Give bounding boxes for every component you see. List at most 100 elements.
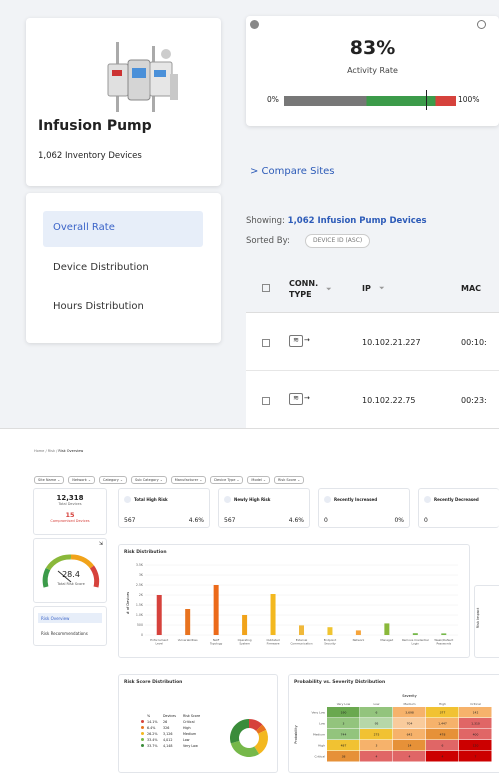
risk-score-value: 28.4 [62,570,80,579]
heatmap-cell-value: 704 [407,722,413,726]
showing-line: Showing: 1,062 Infusion Pump Devices [246,216,427,226]
activity-card: 83% Activity Rate 0% 100% [246,16,499,126]
nav-item-overall-rate[interactable]: Overall Rate [43,211,203,247]
filter-model[interactable]: Model ⌄ [247,476,270,484]
stat-count: 0 [424,517,428,524]
totals-card: 12,318 Total Devices 15 Compromised Devi… [33,488,107,535]
col-ip[interactable]: IP [362,284,371,293]
heatmap-cell-value: 95 [375,722,379,726]
device-table: CONN. TYPE ⏷ IP ⏷ MAC ≋ → 10.102.21.227 … [246,263,499,428]
stat-card-recently-decreased[interactable]: Recently Decreased 0 [418,488,499,528]
compromised-label: Compromised Devices [50,519,90,523]
filter-label: Site Name [38,478,57,482]
bar[interactable] [441,633,447,635]
select-all-checkbox[interactable] [262,284,270,292]
heatmap-row-label: Low [319,722,325,726]
legend-swatch [141,732,144,735]
filter-icon[interactable]: ⏷ [326,285,332,294]
bar[interactable] [355,630,361,635]
y-tick-label: 3.5K [136,563,144,567]
heatmap-col-label: Very Low [337,702,351,706]
bar[interactable] [185,609,191,635]
table-row[interactable]: ≋ → 10.102.22.75 00:23: [246,373,499,429]
stat-card-recently-increased[interactable]: Recently Increased 0 0% [318,488,410,528]
breadcrumb-home[interactable]: Home [34,449,44,453]
y-tick-label: 500 [137,623,143,627]
table-header: CONN. TYPE ⏷ IP ⏷ MAC [246,263,499,313]
risk-score-card: ⇲ 28.4 Total Risk Score [33,538,107,603]
heatmap-cell-value: 4 [442,755,444,759]
col-mac[interactable]: MAC [461,284,481,293]
donut-slice[interactable] [230,719,249,744]
filter-category[interactable]: Category ⌄ [98,476,127,484]
filter-label: Sub Category [134,478,159,482]
x-tick-label: System [239,642,250,646]
legend-row: 33.7% 4,148 Very Low [141,743,203,749]
compare-sites-link[interactable]: > Compare Sites [250,166,335,177]
filter-bar: Site Name ⌄ Network ⌄ Category ⌄ Sub Catego… [34,466,494,485]
filter-label: Network [72,478,87,482]
filter-manufacturer[interactable]: Manufacturer ⌄ [170,476,207,484]
side-link-risk-overview[interactable]: Risk Overview [38,613,102,623]
info-icon[interactable] [477,20,486,29]
stat-card-total-high-risk[interactable]: Total High Risk 567 4.6% [118,488,210,528]
side-nav-card: Risk Overview Risk Recommendations [33,606,107,646]
y-tick-label: 1.0K [136,613,144,617]
heatmap-row-label: Medium [313,733,325,737]
risk-distribution-chart: # of Devices05001.0K1.5K2K2.5K3K3.5KEnfo… [126,563,458,646]
bar[interactable] [412,633,418,635]
bar[interactable] [156,595,162,635]
x-tick-label: Managed [380,638,393,642]
infusion-pump-image [107,42,178,112]
y-tick-label: 2K [139,593,144,597]
bar[interactable] [270,594,276,635]
y-tick-label: 1.5K [136,603,144,607]
filter-device-type[interactable]: Device Type ⌄ [210,476,244,484]
table-row[interactable]: ≋ → 10.102.21.227 00:10: [246,315,499,371]
trend-down-icon [424,496,431,503]
stat-label: Recently Decreased [434,497,479,502]
stat-card-newly-high-risk[interactable]: Newly High Risk 567 4.6% [218,488,310,528]
risk-score-dist-title: Risk Score Distribution [124,680,183,685]
heatmap-cell-value: 744 [341,733,347,737]
nav-item-hours-distribution[interactable]: Hours Distribution [53,301,144,312]
heatmap-col-title: Severity [402,694,416,698]
bar[interactable] [299,625,304,635]
legend-swatch [141,738,144,741]
heatmap-cell-value: 4 [376,755,378,759]
risk-impact-axis-label: Risk Impact [476,607,481,629]
bar[interactable] [327,627,333,635]
side-link-risk-recommendations[interactable]: Risk Recommendations [41,631,88,636]
filter-network[interactable]: Network ⌄ [68,476,95,484]
row-checkbox[interactable] [262,339,270,347]
filter-sub-category[interactable]: Sub Category ⌄ [130,476,167,484]
row-checkbox[interactable] [262,397,270,405]
filter-icon[interactable]: ⏷ [379,284,385,293]
wifi-icon: ≋ [289,393,303,405]
bar[interactable] [242,615,248,635]
filter-risk-score[interactable]: Risk Score ⌄ [273,476,305,484]
y-tick-label: 0 [141,633,143,637]
donut-slice[interactable] [230,740,260,757]
legend-cell: Very Low [183,744,198,748]
breadcrumb: Home / Risk / Risk Overview [34,449,84,453]
breadcrumb-risk[interactable]: Risk [48,449,55,453]
legend-swatch [141,744,144,747]
x-tick-label: Vulnerabilities [178,638,198,642]
activity-min-label: 0% [267,95,279,104]
heatmap-cell-value: 38 [342,755,346,759]
bar[interactable] [384,623,390,635]
settings-icon[interactable] [250,20,259,29]
bar[interactable] [213,585,219,635]
legend-swatch [141,726,144,729]
sort-chip[interactable]: DEVICE ID (ASC) [305,234,371,248]
heatmap-cell-value: 120 [473,744,479,748]
stat-percent: 0% [394,517,404,524]
col-conn-type[interactable]: CONN. TYPE [289,278,323,300]
heatmap-cell-value: 1,310 [471,722,480,726]
legend-swatch [141,720,144,723]
filter-site-name[interactable]: Site Name ⌄ [34,476,65,484]
row-mac: 00:23: [461,396,487,405]
stat-count: 567 [124,517,136,524]
nav-item-device-distribution[interactable]: Device Distribution [53,262,149,273]
